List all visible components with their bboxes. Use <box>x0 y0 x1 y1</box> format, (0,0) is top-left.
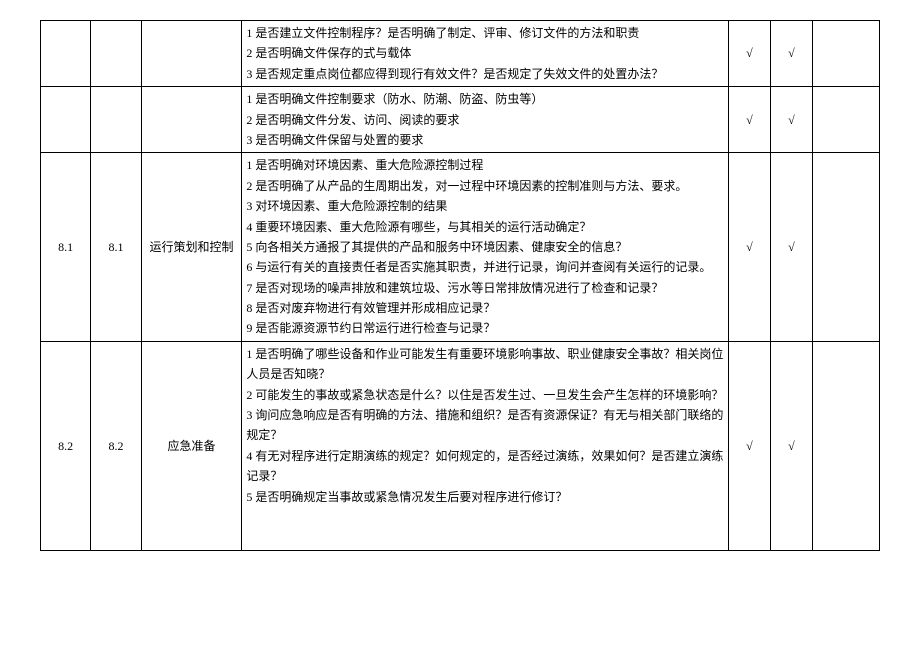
cell-code-b: 8.2 <box>91 341 141 550</box>
cell-check-2: √ <box>770 21 812 87</box>
cell-content: 1 是否明确文件控制要求（防水、防潮、防盗、防虫等） 2 是否明确文件分发、访问… <box>242 87 729 153</box>
cell-check-1: √ <box>728 21 770 87</box>
cell-category: 应急准备 <box>141 341 242 550</box>
table-row: 1 是否明确文件控制要求（防水、防潮、防盗、防虫等） 2 是否明确文件分发、访问… <box>41 87 880 153</box>
cell-content: 1 是否建立文件控制程序？是否明确了制定、评审、修订文件的方法和职责 2 是否明… <box>242 21 729 87</box>
table-row: 8.2 8.2 应急准备 1 是否明确了哪些设备和作业可能发生有重要环境影响事故… <box>41 341 880 550</box>
table-row: 1 是否建立文件控制程序？是否明确了制定、评审、修订文件的方法和职责 2 是否明… <box>41 21 880 87</box>
cell-check-2: √ <box>770 341 812 550</box>
audit-checklist-table: 1 是否建立文件控制程序？是否明确了制定、评审、修订文件的方法和职责 2 是否明… <box>40 20 880 551</box>
cell-remark <box>812 341 879 550</box>
cell-content: 1 是否明确对环境因素、重大危险源控制过程 2 是否明确了从产品的生周期出发，对… <box>242 153 729 342</box>
cell-content: 1 是否明确了哪些设备和作业可能发生有重要环境影响事故、职业健康安全事故？相关岗… <box>242 341 729 550</box>
cell-category <box>141 21 242 87</box>
cell-check-1: √ <box>728 341 770 550</box>
cell-code-b <box>91 87 141 153</box>
cell-code-a: 8.1 <box>41 153 91 342</box>
cell-remark <box>812 87 879 153</box>
cell-category: 运行策划和控制 <box>141 153 242 342</box>
cell-check-1: √ <box>728 87 770 153</box>
cell-code-a <box>41 21 91 87</box>
cell-category <box>141 87 242 153</box>
cell-check-2: √ <box>770 153 812 342</box>
cell-remark <box>812 21 879 87</box>
cell-remark <box>812 153 879 342</box>
table-row: 8.1 8.1 运行策划和控制 1 是否明确对环境因素、重大危险源控制过程 2 … <box>41 153 880 342</box>
cell-code-b: 8.1 <box>91 153 141 342</box>
cell-code-a: 8.2 <box>41 341 91 550</box>
cell-check-2: √ <box>770 87 812 153</box>
cell-code-a <box>41 87 91 153</box>
cell-code-b <box>91 21 141 87</box>
cell-check-1: √ <box>728 153 770 342</box>
